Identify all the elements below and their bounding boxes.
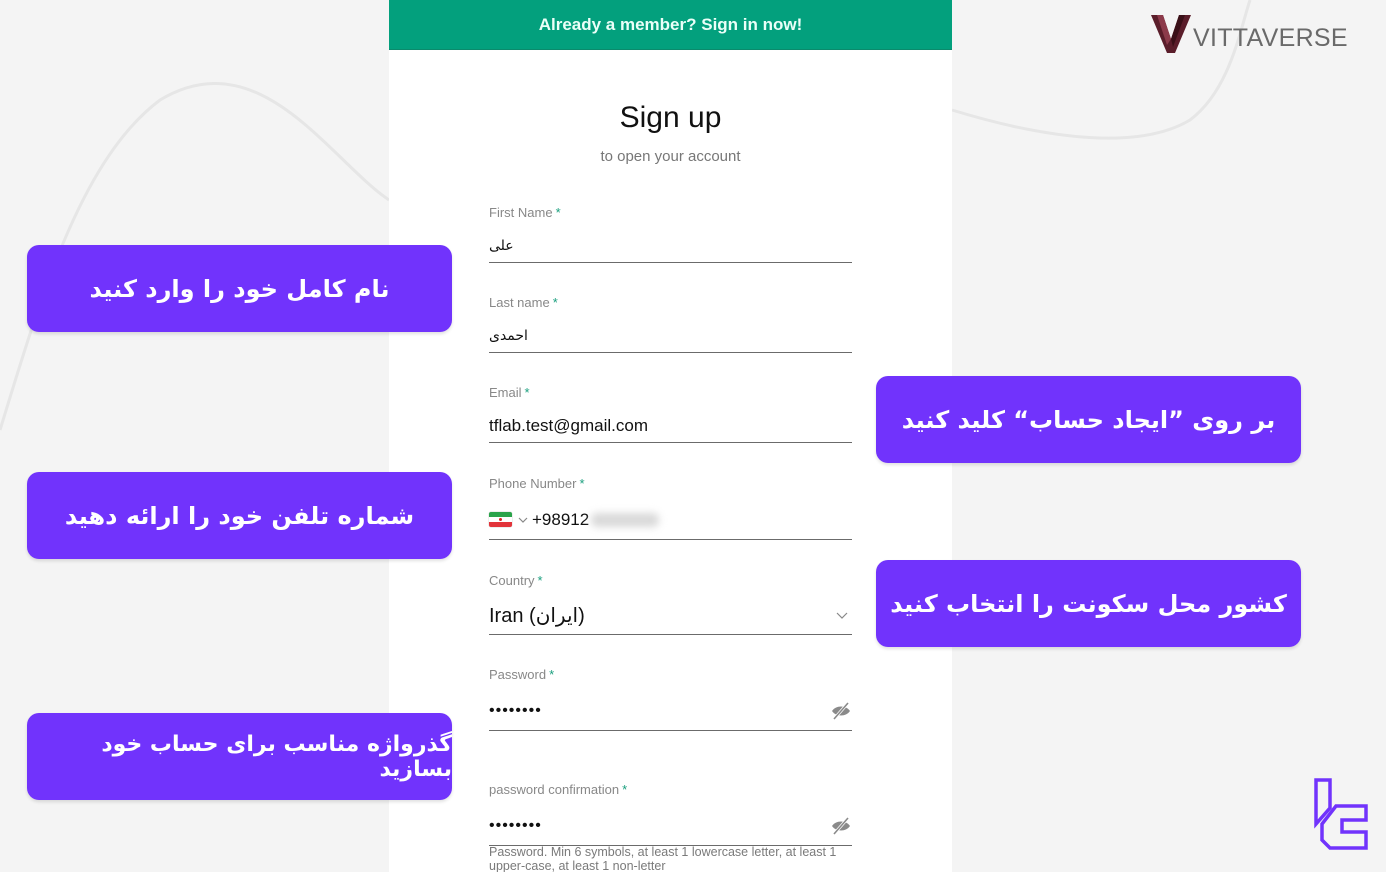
callout-full-name: نام کامل خود را وارد کنید <box>27 245 452 332</box>
eye-off-icon[interactable] <box>830 816 852 836</box>
first-name-label: First Name * <box>489 205 561 220</box>
country-selected-value: Iran (ایران) <box>489 605 585 627</box>
password-confirmation-input[interactable] <box>489 806 830 845</box>
password-confirmation-label: password confirmation * <box>489 782 628 797</box>
page-title: Sign up <box>619 101 722 134</box>
callout-create-account: بر روی ”ایجاد حساب“ کلید کنید <box>876 376 1301 463</box>
last-name-label: Last name * <box>489 295 558 310</box>
callout-country: کشور محل سکونت را انتخاب کنید <box>876 560 1301 647</box>
email-field: Email * <box>489 385 852 443</box>
country-select[interactable]: Iran (ایران) <box>489 597 852 635</box>
last-name-input[interactable] <box>489 319 852 352</box>
first-name-field: First Name * <box>489 205 852 263</box>
country-label: Country * <box>489 573 543 588</box>
phone-input[interactable]: +98912 <box>532 510 589 530</box>
first-name-input[interactable] <box>489 229 852 262</box>
password-hint: Password. Min 6 symbols, at least 1 lowe… <box>489 845 837 872</box>
email-input[interactable] <box>489 409 852 442</box>
signin-link-banner[interactable]: Already a member? Sign in now! <box>389 0 952 50</box>
phone-field: Phone Number * +98912 <box>489 476 852 540</box>
country-code-chevron-down-icon[interactable] <box>518 515 528 525</box>
password-input[interactable] <box>489 691 830 730</box>
last-name-field: Last name * <box>489 295 852 353</box>
password-label: Password * <box>489 667 555 682</box>
vittaverse-logo: VITTAVERSE <box>1151 15 1348 53</box>
page-subtitle: to open your account <box>600 148 741 165</box>
phone-redacted-digits <box>591 512 660 527</box>
vittaverse-v-icon <box>1151 15 1191 53</box>
iran-flag-icon[interactable] <box>489 512 512 527</box>
callout-phone: شماره تلفن خود را ارائه دهید <box>27 472 452 559</box>
phone-label: Phone Number * <box>489 476 585 491</box>
signup-panel: Already a member? Sign in now! Sign up t… <box>389 0 952 872</box>
password-field: Password * <box>489 667 852 731</box>
email-label: Email * <box>489 385 530 400</box>
country-field: Country * Iran (ایران) <box>489 573 852 635</box>
tflab-logo-icon <box>1314 778 1368 850</box>
chevron-down-icon <box>836 612 848 619</box>
vittaverse-wordmark: VITTAVERSE <box>1193 24 1348 52</box>
eye-off-icon[interactable] <box>830 701 852 721</box>
password-confirmation-field: password confirmation * <box>489 782 852 846</box>
callout-password: گذرواژه مناسب برای حساب خود بسازید <box>27 713 452 800</box>
